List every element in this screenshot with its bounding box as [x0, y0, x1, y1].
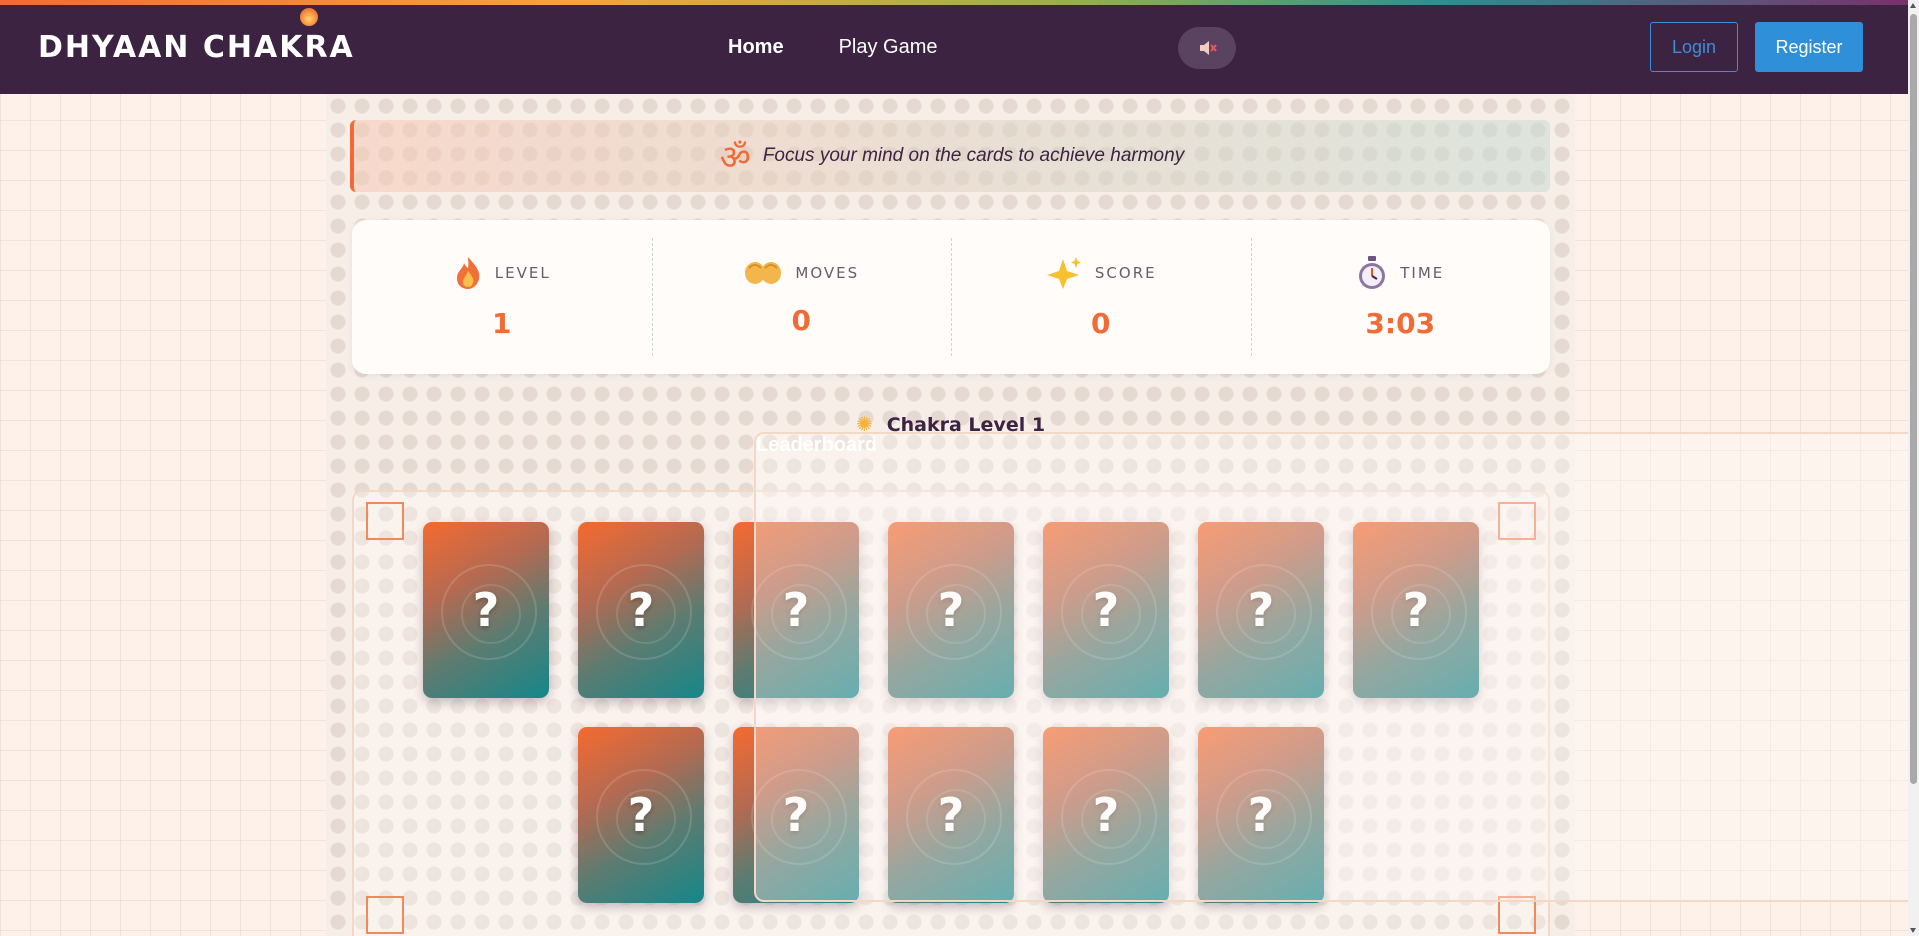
nav-play-game[interactable]: Play Game — [839, 36, 938, 59]
memory-card[interactable]: ? — [578, 522, 704, 698]
sparkles-icon — [1046, 256, 1081, 289]
sound-toggle-button[interactable] — [1178, 27, 1236, 69]
om-icon: ॐ — [719, 138, 751, 178]
stopwatch-icon — [1359, 255, 1386, 289]
memory-card[interactable]: ? — [578, 727, 704, 903]
stat-moves: MOVES 0 — [651, 220, 952, 374]
memory-card[interactable]: ? — [423, 522, 549, 698]
scroll-down-arrow-icon[interactable] — [1910, 928, 1916, 933]
score-value: 0 — [1091, 306, 1111, 340]
login-button[interactable]: Login — [1650, 22, 1738, 72]
question-mark: ? — [472, 583, 500, 637]
level-value: 1 — [492, 306, 512, 340]
scroll-thumb[interactable] — [1910, 14, 1917, 784]
fire-icon — [456, 256, 480, 289]
moves-value: 0 — [791, 303, 811, 337]
scroll-up-arrow-icon[interactable] — [1910, 3, 1916, 8]
stat-score: SCORE 0 — [951, 220, 1251, 374]
top-accent-strip — [0, 0, 1919, 5]
stat-label: TIME — [1400, 263, 1445, 282]
stat-label: LEVEL — [494, 263, 551, 282]
board-corner-ornament — [366, 502, 404, 540]
quote-text: Focus your mind on the cards to achieve … — [762, 145, 1185, 166]
time-value: 3:03 — [1365, 306, 1436, 340]
stat-label: MOVES — [795, 263, 860, 282]
stat-level: LEVEL 1 — [352, 220, 652, 374]
open-hands-icon — [745, 261, 782, 284]
page-scrollbar[interactable] — [1908, 0, 1919, 936]
main-nav: Home Play Game Leaderboard — [728, 36, 1919, 902]
question-mark: ? — [627, 583, 655, 637]
nav-leaderboard[interactable]: Leaderboard — [754, 432, 1919, 902]
question-mark: ? — [627, 788, 655, 842]
stats-panel: LEVEL 1 MOVES 0 SCORE 0 TIME 3:03 — [352, 220, 1550, 374]
site-logo[interactable]: DHYAAN CHAKRA — [38, 30, 355, 65]
site-header: DHYAAN CHAKRA Home Play Game Leaderboard… — [0, 0, 1919, 902]
stat-label: SCORE — [1094, 263, 1157, 282]
mute-speaker-icon — [1200, 41, 1217, 55]
flame-icon — [300, 8, 318, 26]
board-corner-ornament — [366, 896, 404, 934]
focus-quote-banner: ॐ Focus your mind on the cards to achiev… — [350, 120, 1550, 192]
stat-time: TIME 3:03 — [1250, 220, 1551, 374]
nav-home[interactable]: Home — [728, 36, 784, 59]
register-button[interactable]: Register — [1755, 22, 1863, 72]
